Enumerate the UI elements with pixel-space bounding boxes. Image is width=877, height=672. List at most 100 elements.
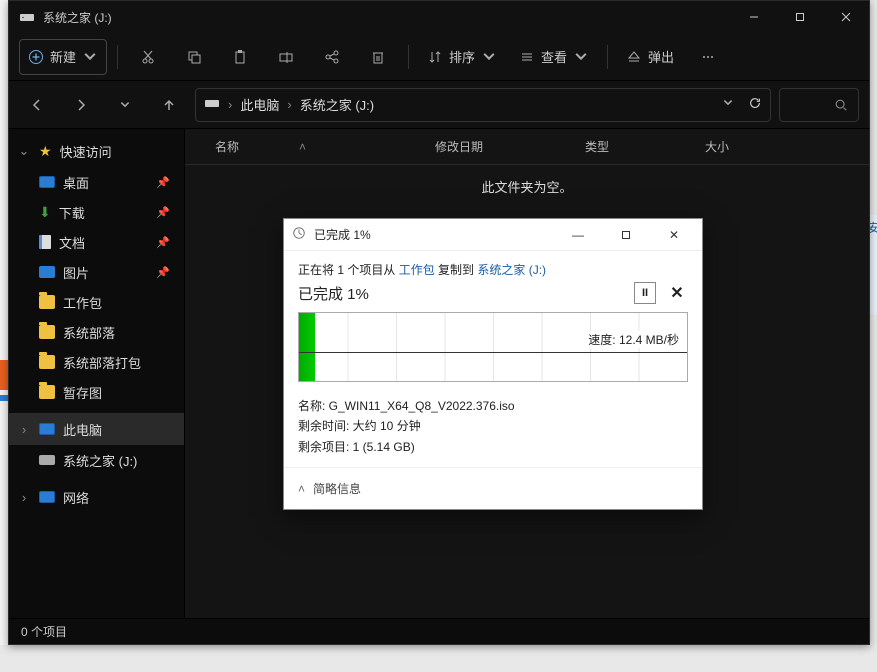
sidebar-item-folder[interactable]: 系统部落打包 <box>9 347 184 377</box>
new-button[interactable]: 新建 <box>19 39 107 75</box>
recent-button[interactable] <box>107 87 143 123</box>
progress-label: 已完成 1% <box>298 283 369 304</box>
column-headers[interactable]: 名称˄ 修改日期 类型 大小 <box>185 129 869 165</box>
background-sliver-right: 安 <box>870 215 877 315</box>
sidebar-item-this-pc[interactable]: › 此电脑 <box>9 413 184 445</box>
cancel-button[interactable]: ✕ <box>666 282 688 304</box>
sidebar-item-network[interactable]: › 网络 <box>9 481 184 513</box>
pin-icon: 📌 <box>156 236 170 249</box>
search-icon <box>834 98 848 112</box>
refresh-button[interactable] <box>748 96 762 113</box>
sort-label: 排序 <box>449 47 475 66</box>
rename-button[interactable] <box>266 39 306 75</box>
close-button[interactable] <box>823 1 869 33</box>
chart-series <box>299 313 315 381</box>
pin-icon: 📌 <box>156 266 170 279</box>
address-bar[interactable]: › 此电脑 › 系统之家 (J:) <box>195 88 771 122</box>
search-input[interactable] <box>779 88 859 122</box>
window-title: 系统之家 (J:) <box>43 9 112 26</box>
view-label: 查看 <box>541 47 567 66</box>
up-button[interactable] <box>151 87 187 123</box>
sidebar-item-folder[interactable]: 系统部落 <box>9 317 184 347</box>
pictures-icon <box>39 266 55 278</box>
network-icon <box>39 491 55 503</box>
copy-button[interactable] <box>174 39 214 75</box>
titlebar[interactable]: 系统之家 (J:) <box>9 1 869 33</box>
dialog-minimize-button[interactable]: — <box>558 221 598 249</box>
sidebar-item-pictures[interactable]: 图片📌 <box>9 257 184 287</box>
dialog-close-button[interactable]: ✕ <box>654 221 694 249</box>
copy-source-link[interactable]: 工作包 <box>399 263 435 277</box>
view-button[interactable]: 查看 <box>511 39 597 75</box>
chevron-right-icon: › <box>17 422 31 437</box>
sidebar-item-folder[interactable]: 暂存图 <box>9 377 184 407</box>
sidebar-item-label: 文档 <box>59 233 85 252</box>
background-sliver-left <box>0 0 8 645</box>
sidebar-item-documents[interactable]: 文档 📌 <box>9 227 184 257</box>
forward-button[interactable] <box>63 87 99 123</box>
copy-mid: 复制到 <box>435 263 478 277</box>
details-toggle[interactable]: ˄ 简略信息 <box>284 467 702 509</box>
drive-icon <box>39 455 55 465</box>
dialog-titlebar[interactable]: 已完成 1% — ✕ <box>284 219 702 251</box>
maximize-button[interactable] <box>777 1 823 33</box>
copy-dest-link[interactable]: 系统之家 (J:) <box>477 263 546 277</box>
dialog-maximize-button[interactable] <box>606 221 646 249</box>
download-icon: ⬇ <box>39 204 51 221</box>
paste-button[interactable] <box>220 39 260 75</box>
sidebar-item-label: 此电脑 <box>63 420 102 439</box>
copy-prefix: 正在将 1 个项目从 <box>298 263 399 277</box>
breadcrumb-current[interactable]: 系统之家 (J:) <box>300 95 374 114</box>
pin-icon: 📌 <box>156 206 170 219</box>
eject-label: 弹出 <box>648 47 674 66</box>
expand-label: 简略信息 <box>313 480 361 497</box>
cut-button[interactable] <box>128 39 168 75</box>
folder-icon <box>39 295 55 309</box>
col-type[interactable]: 类型 <box>585 138 705 155</box>
chart-axis <box>299 352 687 353</box>
background-sliver-bottom <box>0 645 877 672</box>
meta-value: 大约 10 分钟 <box>353 419 421 433</box>
transfer-speed-chart: 速度: 12.4 MB/秒 <box>298 312 688 382</box>
sidebar-item-label: 网络 <box>63 488 89 507</box>
drive-icon <box>19 9 35 25</box>
new-label: 新建 <box>50 47 76 66</box>
sidebar-item-desktop[interactable]: 桌面📌 <box>9 167 184 197</box>
sidebar-item-downloads[interactable]: ⬇下载📌 <box>9 197 184 227</box>
drive-icon <box>204 95 220 114</box>
col-size[interactable]: 大小 <box>705 138 869 155</box>
separator <box>607 45 608 69</box>
pc-icon <box>39 423 55 435</box>
minimize-button[interactable] <box>731 1 777 33</box>
chevron-right-icon: › <box>17 490 31 505</box>
meta-label: 剩余时间: <box>298 419 353 433</box>
breadcrumb-root[interactable]: 此电脑 <box>240 95 279 114</box>
col-date[interactable]: 修改日期 <box>435 138 585 155</box>
chevron-down-icon <box>481 49 497 65</box>
folder-icon <box>39 355 55 369</box>
item-count: 0 个项目 <box>21 623 67 640</box>
command-bar: 新建 排序 查看 弹出 <box>9 33 869 81</box>
sidebar-item-label: 工作包 <box>63 293 102 312</box>
share-button[interactable] <box>312 39 352 75</box>
chevron-down-icon <box>82 49 98 65</box>
meta-value: G_WIN11_X64_Q8_V2022.376.iso <box>329 399 515 413</box>
sidebar-group-quick-access[interactable]: ⌄ ★ 快速访问 <box>9 135 184 167</box>
sidebar-item-drive[interactable]: 系统之家 (J:) <box>9 445 184 475</box>
chevron-down-icon <box>573 49 589 65</box>
sidebar-item-folder[interactable]: 工作包 <box>9 287 184 317</box>
back-button[interactable] <box>19 87 55 123</box>
meta-label: 剩余项目: <box>298 440 353 454</box>
dropdown-icon[interactable] <box>722 97 734 112</box>
nav-row: › 此电脑 › 系统之家 (J:) <box>9 81 869 129</box>
delete-button[interactable] <box>358 39 398 75</box>
more-button[interactable] <box>688 39 728 75</box>
pin-icon: 📌 <box>156 176 170 189</box>
chevron-down-icon: ⌄ <box>17 143 31 159</box>
star-icon: ★ <box>39 143 52 160</box>
col-name[interactable]: 名称 <box>215 138 239 155</box>
eject-button[interactable]: 弹出 <box>618 39 682 75</box>
pause-button[interactable]: II <box>634 282 656 304</box>
sort-button[interactable]: 排序 <box>419 39 505 75</box>
meta-value: 1 (5.14 GB) <box>353 440 415 454</box>
